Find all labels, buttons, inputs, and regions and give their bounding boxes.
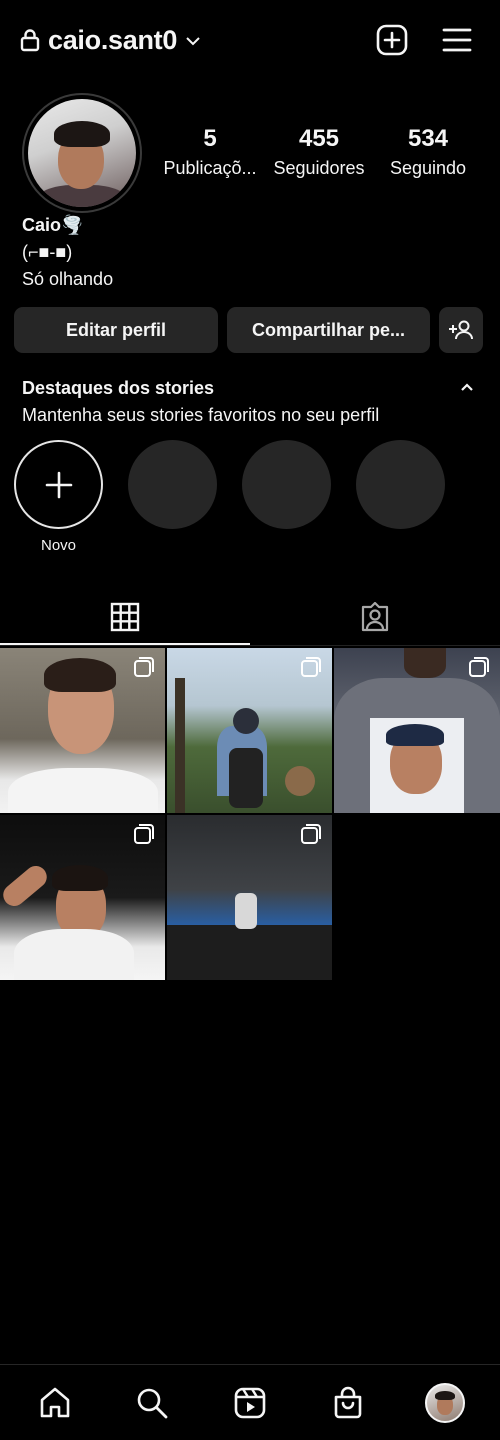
post-thumbnail[interactable] [0,648,165,813]
stat-value: 455 [298,125,340,152]
home-icon [40,1387,70,1417]
post-thumbnail[interactable] [167,648,332,813]
stat-value: 5 [203,125,217,152]
nav-home[interactable] [25,1373,85,1433]
stat-posts[interactable]: 5 Publicaçõ... [160,125,260,183]
username[interactable]: caio.sant0 [48,25,177,56]
chevron-down-icon[interactable] [185,33,201,49]
edit-profile-button[interactable]: Editar perfil [14,307,218,353]
lock-icon [20,29,40,52]
bio-line: (⌐■-■) [22,242,73,262]
nav-shop[interactable] [318,1373,378,1433]
add-post-icon[interactable] [376,24,408,56]
add-person-button[interactable] [439,307,483,353]
menu-icon[interactable] [442,26,472,54]
stat-value: 534 [407,125,449,152]
chevron-up-icon[interactable] [460,380,474,394]
new-highlight-circle[interactable] [14,440,103,529]
highlights-title: Destaques dos stories [22,378,215,398]
profile-avatar [425,1382,466,1423]
nav-reels[interactable] [220,1373,280,1433]
search-icon [138,1388,168,1418]
carousel-icon [301,657,321,677]
profile-tabs [0,588,500,646]
top-bar: caio.sant0 [20,18,472,62]
highlight-placeholder [356,440,445,554]
tab-tagged[interactable] [250,588,500,646]
stat-following[interactable]: 534 Seguindo [378,125,478,183]
carousel-icon [134,657,154,677]
profile-avatar[interactable] [28,99,136,207]
carousel-icon [469,657,489,677]
stat-label: Publicaçõ... [163,158,257,178]
posts-grid [0,648,500,980]
grid-icon [110,602,140,632]
reels-icon [234,1387,266,1418]
add-person-icon [449,320,473,340]
shop-icon [334,1386,361,1418]
active-tab-indicator [0,643,250,645]
highlight-label: Novo [40,537,77,554]
stat-label: Seguindo [389,158,467,178]
highlights-row: Novo [14,440,445,554]
tagged-icon [361,602,389,632]
profile-avatar-ring[interactable] [22,93,142,213]
profile-bio: Caio🌪️ (⌐■-■) Só olhando [22,212,113,293]
highlights-subtitle: Mantenha seus stories favoritos no seu p… [22,405,380,425]
carousel-icon [301,824,321,844]
plus-icon [45,471,72,498]
tab-grid[interactable] [0,588,250,646]
highlight-placeholder [128,440,217,554]
profile-stats: 5 Publicaçõ... 455 Seguidores 534 Seguin… [160,125,478,183]
nav-profile[interactable] [415,1373,475,1433]
nav-search[interactable] [122,1373,182,1433]
profile-actions: Editar perfil Compartilhar pe... [14,307,484,353]
post-thumbnail[interactable] [0,815,165,980]
profile-name: Caio🌪️ [22,215,84,235]
carousel-icon [134,824,154,844]
share-profile-button[interactable]: Compartilhar pe... [227,307,430,353]
stat-followers[interactable]: 455 Seguidores [269,125,369,183]
highlight-placeholder [242,440,331,554]
bio-line: Só olhando [22,269,114,289]
post-thumbnail[interactable] [334,648,500,813]
stat-label: Seguidores [273,158,365,178]
tab-divider [0,645,500,646]
highlight-new[interactable]: Novo [14,440,103,554]
post-thumbnail[interactable] [167,815,332,980]
bottom-nav [0,1364,500,1440]
